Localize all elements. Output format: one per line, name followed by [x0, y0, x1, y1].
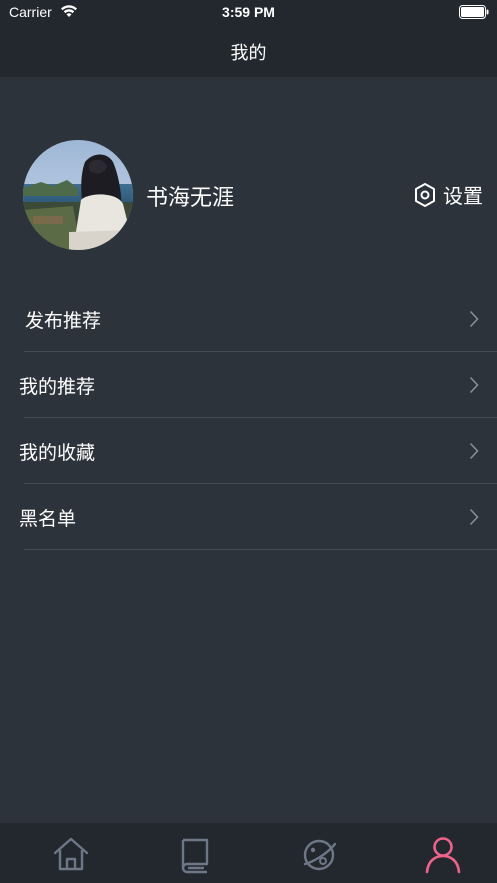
book-icon	[181, 838, 209, 874]
menu-item-label: 发布推荐	[25, 310, 102, 332]
avatar-photo	[23, 140, 133, 250]
chevron-right-icon	[469, 376, 479, 394]
avatar[interactable]	[23, 140, 133, 250]
settings-button[interactable]: 设置	[413, 180, 483, 209]
tab-home[interactable]	[9, 823, 133, 883]
chevron-right-icon	[469, 508, 479, 526]
status-time: 3:59 PM	[222, 4, 275, 20]
menu-item-my-favorites[interactable]: 我的收藏	[0, 418, 497, 484]
menu-item-label: 我的收藏	[19, 442, 96, 464]
page-title: 我的	[230, 42, 267, 64]
settings-label: 设置	[443, 184, 483, 208]
username: 书海无涯	[146, 186, 235, 211]
battery-icon	[459, 5, 489, 19]
tab-bar	[0, 823, 497, 883]
profile-header: 书海无涯 设置	[0, 140, 497, 252]
user-icon	[425, 837, 461, 874]
tab-profile[interactable]	[381, 823, 497, 883]
menu-item-publish-recommendation[interactable]: 发布推荐	[0, 286, 497, 352]
menu-list: 发布推荐 我的推荐 我的收藏 黑名单	[0, 286, 497, 550]
planet-icon	[303, 839, 337, 871]
menu-item-label: 我的推荐	[19, 376, 96, 398]
chevron-right-icon	[469, 442, 479, 460]
divider	[24, 549, 497, 550]
tab-discover[interactable]	[257, 823, 381, 883]
menu-item-blacklist[interactable]: 黑名单	[0, 484, 497, 550]
navigation-bar: 我的	[0, 26, 497, 77]
menu-item-my-recommendations[interactable]: 我的推荐	[0, 352, 497, 418]
chevron-right-icon	[469, 310, 479, 328]
menu-item-label: 黑名单	[19, 508, 77, 530]
hexagon-settings-icon	[415, 182, 435, 207]
home-icon	[53, 837, 89, 871]
status-bar: Carrier 3:59 PM	[0, 0, 497, 26]
tab-books[interactable]	[133, 823, 257, 883]
